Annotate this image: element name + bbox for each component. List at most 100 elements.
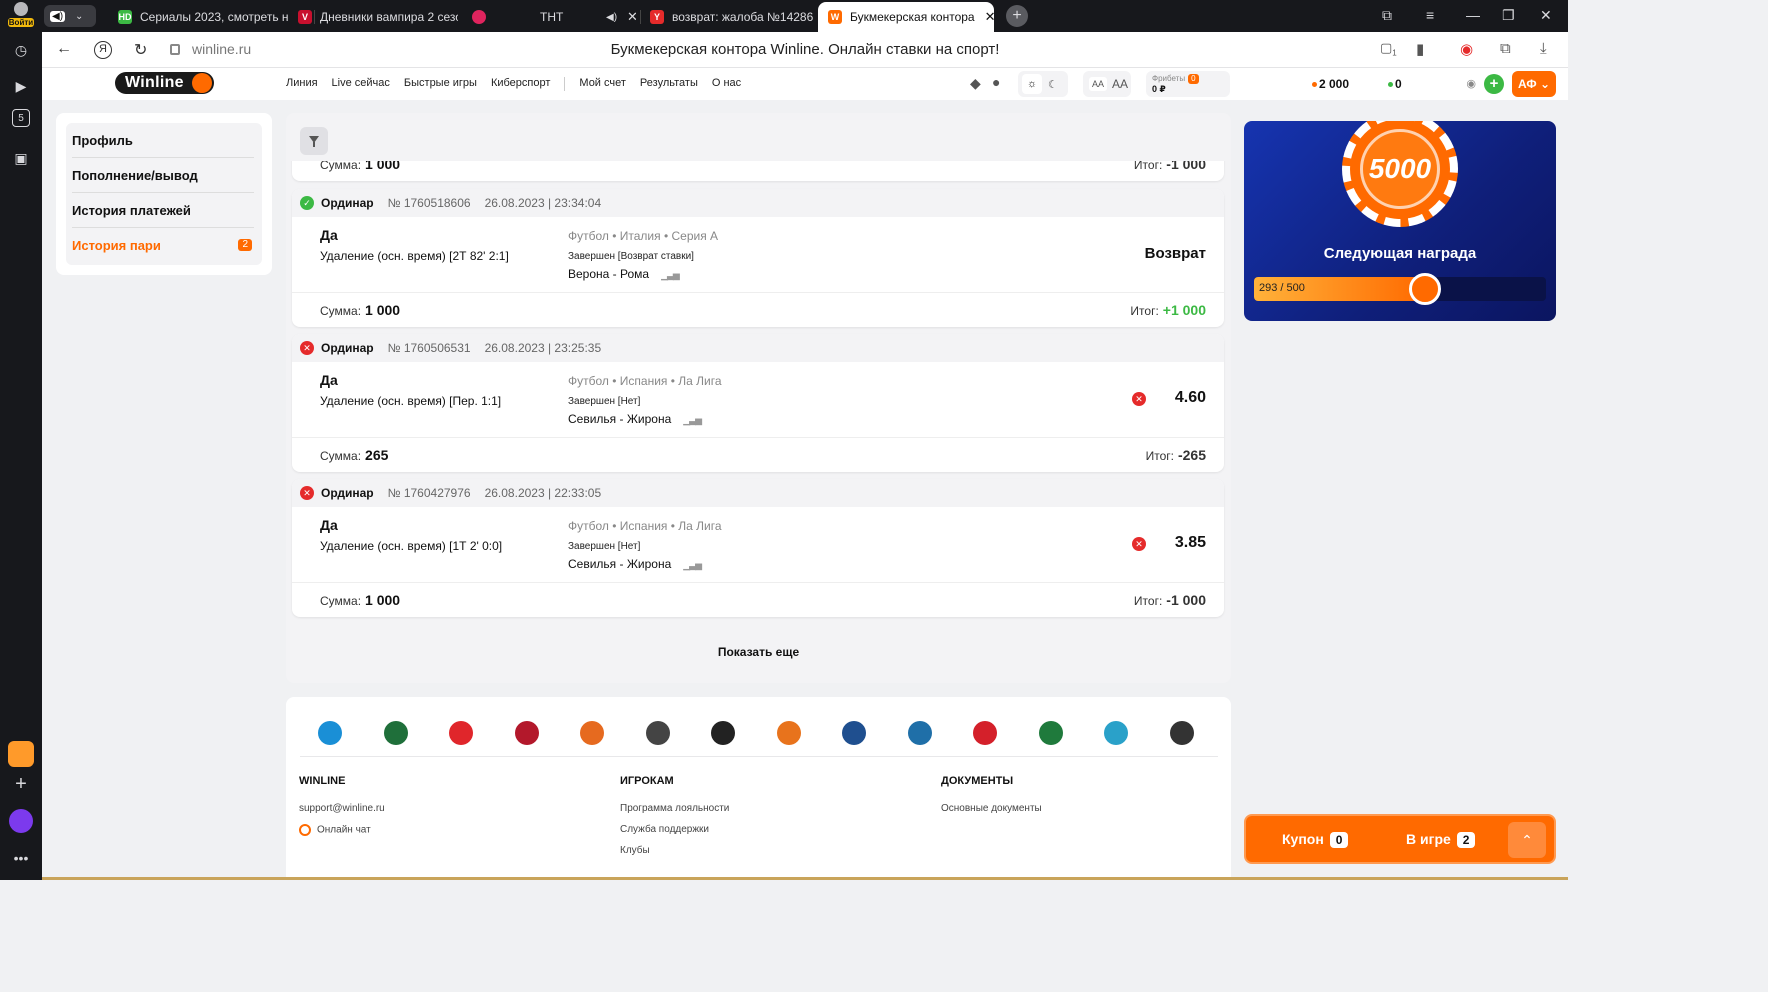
club-logo-gambit-icon[interactable] [645,721,670,745]
rail-counter[interactable]: 5 [12,109,30,127]
clubs-link[interactable]: Клубы [620,845,729,856]
add-icon[interactable]: + [9,772,33,796]
moon-icon[interactable]: ☾ [1048,78,1058,91]
close-window-icon[interactable]: ✕ [1540,7,1552,24]
collections-icon[interactable]: ⧉ [1500,40,1511,57]
android-icon[interactable]: ◆ [970,75,981,92]
menu-item-payment-history[interactable]: История платежей [72,193,254,228]
close-icon[interactable]: ✕ [985,9,994,25]
bet-sport: Футбол • Италия • Серия А [568,229,719,243]
freebets-box[interactable]: Фрибеты 0 0 ₽ [1146,71,1230,97]
notes-app-icon[interactable] [8,741,34,767]
history-icon[interactable]: ◷ [9,38,33,62]
url-field[interactable]: winline.ru [170,41,251,57]
account-button[interactable]: АФ ⌄ [1512,71,1556,97]
menu-item-profile[interactable]: Профиль [72,123,254,158]
club-logo-ak-bars-icon[interactable] [1038,721,1063,745]
bookmark-icon[interactable]: ▮ [1416,40,1424,58]
filter-icon[interactable] [300,127,328,155]
menu-item-deposit[interactable]: Пополнение/вывод [72,158,254,193]
screenshot-icon[interactable]: ▣ [9,146,33,170]
bet-card[interactable]: ✓ Ординар № 1760518606 26.08.2023 | 23:3… [292,189,1224,327]
club-logo-avangard-icon[interactable] [973,721,997,745]
club-logo-admiral-icon[interactable] [907,721,932,745]
theme-switch[interactable]: ☼ ☾ [1018,71,1068,97]
font-large-button[interactable]: AA [1112,77,1128,91]
bet-match[interactable]: Севилья - Жирона ▁▃▅ [568,412,702,426]
club-logo-virtus-pro-icon[interactable] [776,721,801,745]
club-logo-sibir-icon[interactable] [842,721,866,745]
nav-results[interactable]: Результаты [640,77,698,91]
documents-link[interactable]: Основные документы [941,803,1042,814]
club-logo-unics-icon[interactable] [580,721,604,745]
bets-scroll-area[interactable]: Сумма: 1 000 Итог: -1 000 ✓ Ординар № 1760… [286,161,1231,683]
club-logo-traktor-icon[interactable] [1169,721,1194,745]
nav-live[interactable]: Live сейчас [332,77,390,91]
sun-icon[interactable]: ☼ [1022,74,1042,94]
bet-match[interactable]: Севилья - Жирона ▁▃▅ [568,557,702,571]
font-size-switch[interactable]: AA AA [1083,71,1131,97]
new-tab-button[interactable]: + [1006,5,1028,27]
deposit-button[interactable]: + [1484,74,1504,94]
stats-icon[interactable]: ▁▃▅ [683,560,702,571]
in-game-button[interactable]: В игре 2 [1406,831,1476,848]
support-email-link[interactable]: support@winline.ru [299,803,385,814]
bet-card[interactable]: ✕ Ординар № 1760506531 26.08.2023 | 23:2… [292,334,1224,472]
apple-icon[interactable]: ● [992,74,1000,90]
tab-winline[interactable]: W Букмекерская контора ✕ [818,2,994,32]
tab-list-icon[interactable]: ⧉ [1382,7,1392,24]
bet-card-header: ✓ Ординар № 1760518606 26.08.2023 | 23:3… [292,189,1224,217]
close-icon[interactable]: ✕ [627,9,636,25]
nav-quick-games[interactable]: Быстрые игры [404,77,477,91]
stats-icon[interactable]: ▁▃▅ [661,270,680,281]
bet-card[interactable]: ✕ Ординар № 1760427976 26.08.2023 | 22:3… [292,479,1224,617]
restore-icon[interactable]: ❐ [1502,7,1515,24]
next-reward-widget[interactable]: 5000 Следующая награда 293 / 500 [1244,121,1556,321]
tab-group-button[interactable]: ◀) ⌄ [44,5,96,27]
menu-icon[interactable]: ≡ [1426,7,1434,23]
winline-logo[interactable]: Winline [115,72,214,94]
nav-esports[interactable]: Киберспорт [491,77,550,91]
download-icon[interactable]: ⤓ [1540,40,1547,57]
club-logo-cska-icon[interactable] [514,721,539,745]
video-icon[interactable]: ▶ [9,74,33,98]
online-chat-link[interactable]: Онлайн чат [299,824,385,836]
stats-icon[interactable]: ▁▃▅ [683,415,702,426]
back-icon[interactable]: ← [56,40,72,58]
tab-audio[interactable]: ◀) ✕ [606,4,636,30]
chevron-up-icon[interactable]: ⌃ [1508,822,1546,858]
account-label: АФ [1518,77,1537,91]
nav-line[interactable]: Линия [286,77,318,91]
menu-label: История пари [72,238,161,253]
nav-about[interactable]: О нас [712,77,741,91]
club-logo-zenit-icon[interactable] [318,721,342,745]
yandex-icon[interactable]: Я [94,41,112,59]
club-logo-krasnodar-icon[interactable] [383,721,408,745]
loyalty-link[interactable]: Программа лояльности [620,803,729,814]
club-logo-tundra-icon[interactable] [711,721,735,745]
extension-icon[interactable]: ▢1 [1380,40,1397,58]
reload-icon[interactable]: ↻ [134,40,147,60]
tab-pinned[interactable] [472,4,502,30]
font-small-button[interactable]: AA [1089,77,1108,91]
bet-odds: 3.85 [1174,534,1206,551]
show-more-button[interactable]: Показать еще [286,645,1231,659]
eye-icon[interactable]: ◉ [1466,77,1476,90]
login-avatar[interactable]: Войти [6,2,36,30]
nav-my-account[interactable]: Мой счет [579,77,626,91]
alice-icon[interactable] [9,809,33,833]
bet-match[interactable]: Верона - Рома ▁▃▅ [568,267,680,281]
more-icon[interactable]: ••• [9,846,33,870]
support-link[interactable]: Служба поддержки [620,824,729,835]
tab-vampire-diaries[interactable]: V Дневники вампира 2 сезо [298,4,458,30]
coupon-button[interactable]: Купон 0 [1282,831,1349,848]
club-logo-barys-icon[interactable] [1104,721,1128,745]
tab-serials[interactable]: HD Сериалы 2023, смотреть н [118,4,308,30]
balance-box[interactable]: 2 000 0 ◉ [1304,71,1482,97]
bet-card-footer: Сумма: 1 000 Итог: +1 000 [292,293,1224,327]
minimize-icon[interactable]: — [1466,7,1480,23]
opera-icon[interactable]: ◉ [1460,40,1473,58]
club-logo-spartak-icon[interactable] [449,721,473,745]
tab-complaint[interactable]: Y возврат: жалоба №14286 [650,4,818,30]
menu-item-bet-history[interactable]: История пари 2 [72,228,254,263]
